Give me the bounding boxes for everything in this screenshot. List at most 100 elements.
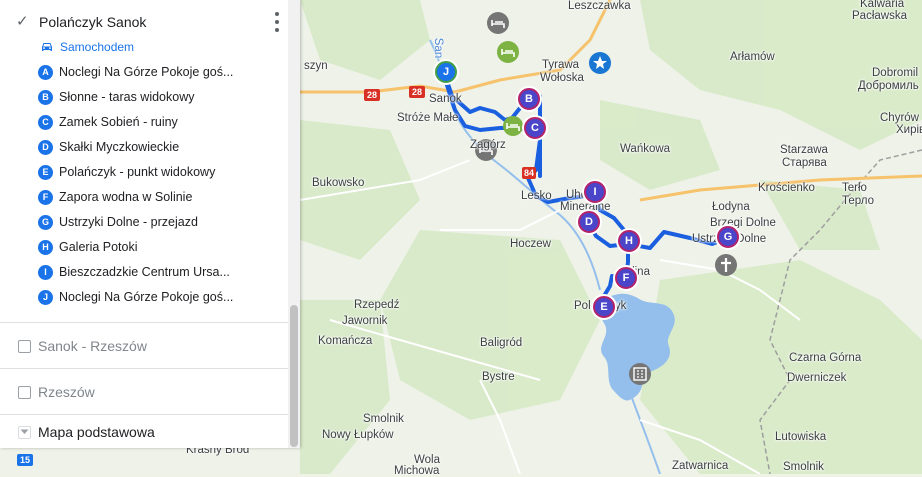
route-marker-e[interactable]: E (593, 296, 615, 318)
route-marker-d[interactable]: D (578, 211, 600, 233)
place-label: Zagórz (470, 139, 506, 151)
place-label: Terło (842, 182, 867, 194)
checkbox-unchecked-icon[interactable] (18, 339, 31, 353)
place-label: Bukowsko (312, 177, 365, 189)
stop-item[interactable]: B Słonne - taras widokowy (38, 88, 194, 106)
stop-label: Zamek Sobień - ruiny (59, 115, 178, 129)
place-label: Starzawa (780, 144, 828, 156)
stop-label: Bieszczadzkie Centrum Ursa... (59, 265, 230, 279)
stop-letter-badge: C (38, 114, 53, 130)
place-label: Zatwarnica (672, 460, 729, 472)
place-label: Sanok (429, 93, 462, 105)
travel-mode-label: Samochodem (60, 40, 135, 54)
layer-title: Sanok - Rzeszów (38, 338, 147, 354)
place-label: Czarna Górna (789, 352, 862, 364)
place-label: Krościenko (758, 182, 815, 194)
stop-label: Polańczyk - punkt widokowy (59, 165, 216, 179)
place-label: Michowa (394, 465, 440, 477)
road-shield-15: 15 (17, 454, 34, 466)
route-marker-f[interactable]: F (615, 267, 637, 289)
layer-sanok-rzeszow[interactable]: Sanok - Rzeszów (0, 326, 288, 366)
road-shield-84: 84 (522, 167, 537, 179)
layer-title: Mapa podstawowa (38, 424, 155, 440)
stop-label: Ustrzyki Dolne - przejazd (59, 215, 198, 229)
stop-letter-badge: I (38, 264, 53, 280)
route-marker-c[interactable]: C (524, 117, 546, 139)
place-label: Łodyna (712, 201, 750, 213)
stop-label: Zapora wodna w Solinie (59, 190, 193, 204)
place-label: Hoczew (510, 238, 551, 250)
stop-item[interactable]: I Bieszczadzkie Centrum Ursa... (38, 263, 230, 281)
place-label: Старява (782, 157, 827, 169)
stop-letter-badge: H (38, 239, 53, 255)
stop-letter-badge: A (38, 64, 53, 80)
route-marker-j[interactable]: J (435, 61, 457, 83)
bed-poi-icon-3[interactable] (503, 116, 523, 136)
divider (0, 322, 288, 323)
more-options-icon[interactable] (274, 12, 280, 32)
checkbox-unchecked-icon[interactable] (18, 385, 31, 399)
place-label: Kalwaria (860, 0, 905, 10)
stop-item[interactable]: H Galeria Potoki (38, 238, 138, 256)
place-label: Smolnik (783, 461, 824, 473)
place-label: Pacławska (852, 10, 907, 22)
route-marker-h[interactable]: H (618, 230, 640, 252)
place-label: Stróże Małe (397, 112, 459, 124)
building-poi-icon[interactable] (629, 363, 651, 385)
travel-mode-row: Samochodem (40, 38, 134, 56)
place-label: Smolnik (363, 413, 404, 425)
stop-label: Słonne - taras widokowy (59, 90, 195, 104)
layer-polanczyk-sanok[interactable]: ✓ Polańczyk Sanok (0, 2, 288, 42)
place-label: Lutowiska (775, 431, 827, 443)
stop-letter-badge: D (38, 139, 53, 155)
place-label: Rzepedź (354, 299, 400, 311)
stop-letter-badge: B (38, 89, 53, 105)
place-label: Baligród (480, 337, 523, 349)
layer-base-map[interactable]: Mapa podstawowa (0, 412, 288, 452)
divider (0, 368, 288, 369)
stop-label: Skałki Myczkowieckie (59, 140, 180, 154)
river-label: San (432, 37, 445, 59)
expand-arrow-icon[interactable] (18, 425, 31, 439)
layer-title: Polańczyk Sanok (39, 14, 147, 30)
road-shield-28: 28 (364, 89, 381, 101)
place-label: Komańcza (318, 335, 373, 347)
place-label: Lesko (521, 190, 552, 202)
bed-poi-icon-1[interactable] (487, 12, 509, 34)
place-label: Wołoska (540, 72, 584, 84)
place-label: Терло (842, 195, 875, 207)
bed-poi-icon-2[interactable] (497, 41, 519, 63)
scrollbar-thumb[interactable] (290, 305, 298, 447)
stop-item[interactable]: C Zamek Sobień - ruiny (38, 113, 178, 131)
road-shield-28: 28 (409, 86, 426, 98)
stop-item[interactable]: E Polańczyk - punkt widokowy (38, 163, 215, 181)
stop-label: Galeria Potoki (59, 240, 138, 254)
place-label: szyn (304, 60, 328, 72)
stop-letter-badge: E (38, 164, 53, 180)
stop-item[interactable]: D Skałki Myczkowieckie (38, 138, 179, 156)
stop-item[interactable]: G Ustrzyki Dolne - przejazd (38, 213, 198, 231)
place-label: Jawornik (342, 315, 388, 327)
place-label: Chyrów (880, 112, 919, 124)
place-label: Bystre (482, 371, 515, 383)
stop-letter-badge: J (38, 289, 53, 305)
place-label: Brzegi Dolne (710, 217, 776, 229)
stop-letter-badge: F (38, 189, 53, 205)
route-marker-g[interactable]: G (717, 226, 739, 248)
place-label: Arłamów (730, 51, 775, 63)
stop-item[interactable]: A Noclegi Na Górze Pokoje goś... (38, 63, 233, 81)
place-label: Tyrawa (542, 59, 580, 71)
stop-item[interactable]: J Noclegi Na Górze Pokoje goś... (38, 288, 233, 306)
place-label: Leszczawka (568, 0, 631, 12)
layer-rzeszow[interactable]: Rzeszów (0, 372, 288, 412)
stop-letter-badge: G (38, 214, 53, 230)
checkbox-checked-icon[interactable]: ✓ (16, 14, 32, 30)
layers-panel: ✓ Polańczyk Sanok Samochodem A Noclegi Na… (0, 0, 300, 448)
route-marker-b[interactable]: B (518, 88, 540, 110)
route-marker-i[interactable]: I (584, 181, 606, 203)
car-icon (42, 43, 52, 51)
place-label: Dobromil (872, 67, 919, 79)
stop-item[interactable]: F Zapora wodna w Solinie (38, 188, 192, 206)
place-label: Nowy Łupków (322, 429, 394, 441)
stop-label: Noclegi Na Górze Pokoje goś... (59, 65, 234, 79)
